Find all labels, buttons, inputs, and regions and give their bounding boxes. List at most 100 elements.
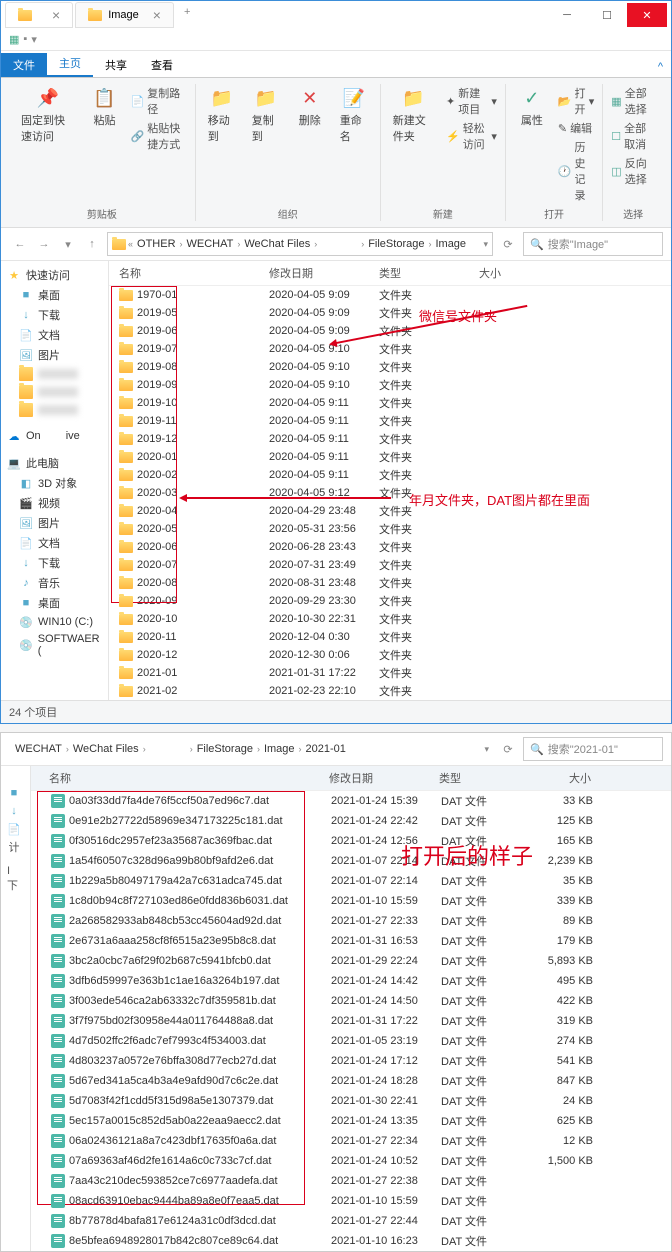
pin-button[interactable]: 📌固定到快速访问 (15, 84, 81, 146)
minimize-button[interactable]: ─ (547, 3, 587, 27)
folder-row[interactable]: 2020-022020-04-05 9:11文件夹 (109, 466, 671, 484)
folder-row[interactable]: 1970-012020-04-05 9:09文件夹 (109, 286, 671, 304)
sidebar-item[interactable] (1, 365, 108, 383)
sidebar-videos[interactable]: 🎬视频 (1, 493, 108, 513)
sidebar-this-pc[interactable]: 💻此电脑 (1, 453, 108, 473)
recent-dropdown[interactable]: ▾ (57, 233, 79, 255)
folder-row[interactable]: 2019-072020-04-05 9:10文件夹 (109, 340, 671, 358)
file-row[interactable]: 3f7f975bd02f30958e44a011764488a8.dat2021… (31, 1011, 671, 1031)
new-tab-button[interactable]: + (176, 2, 198, 28)
column-size[interactable]: 大小 (445, 265, 505, 281)
refresh-button[interactable]: ⟳ (497, 738, 519, 760)
qat-icon[interactable]: ▦ (9, 33, 19, 46)
sidebar-c-drive[interactable]: 💿WIN10 (C:) (1, 613, 108, 631)
folder-row[interactable]: 2020-092020-09-29 23:30文件夹 (109, 592, 671, 610)
folder-row[interactable]: 2019-122020-04-05 9:11文件夹 (109, 430, 671, 448)
maximize-button[interactable]: ☐ (587, 3, 627, 27)
close-icon[interactable]: × (153, 7, 161, 23)
back-button[interactable]: ← (9, 233, 31, 255)
sidebar-music[interactable]: ♪音乐 (1, 573, 108, 593)
folder-row[interactable]: 2019-052020-04-05 9:09文件夹 (109, 304, 671, 322)
new-item-button[interactable]: ✦新建项目▾ (444, 84, 499, 118)
new-folder-button[interactable]: 📁新建文件夹 (387, 84, 440, 146)
search-box[interactable]: 🔍搜索"2021-01" (523, 737, 663, 761)
file-row[interactable]: 07a69363af46d2fe1614a6c0c733c7cf.dat2021… (31, 1151, 671, 1171)
folder-row[interactable]: 2020-072020-07-31 23:49文件夹 (109, 556, 671, 574)
chevron-down-icon[interactable]: ▾ (484, 744, 489, 755)
breadcrumb-segment[interactable]: WeChat Files (71, 743, 141, 755)
file-row[interactable]: 3f003ede546ca2ab63332c7df359581b.dat2021… (31, 991, 671, 1011)
close-button[interactable]: ✕ (627, 3, 667, 27)
tab-blank[interactable]: × (5, 2, 73, 28)
file-row[interactable]: 3dfb6d59997e363b1c1ae16a3264b197.dat2021… (31, 971, 671, 991)
folder-row[interactable]: 2021-022021-02-23 22:10文件夹 (109, 682, 671, 700)
ribbon-collapse-icon[interactable]: ^ (650, 57, 671, 77)
address-bar[interactable]: « OTHER› WECHAT› WeChat Files› › FileSto… (107, 232, 493, 256)
column-size[interactable]: 大小 (515, 770, 595, 786)
sidebar-pictures2[interactable]: 🖼图片 (1, 513, 108, 533)
invert-selection-button[interactable]: ◫反向选择 (609, 154, 657, 188)
folder-row[interactable]: 2020-112020-12-04 0:30文件夹 (109, 628, 671, 646)
file-row[interactable]: 0f30516dc2957ef23a35687ac369fbac.dat2021… (31, 831, 671, 851)
sidebar-documents2[interactable]: 📄文档 (1, 533, 108, 553)
open-button[interactable]: 📂打开▾ (556, 84, 596, 118)
column-name[interactable]: 名称 (115, 265, 265, 281)
file-row[interactable]: 7aa43c210dec593852ce7c6977aadefa.dat2021… (31, 1171, 671, 1191)
folder-row[interactable]: 2019-102020-04-05 9:11文件夹 (109, 394, 671, 412)
refresh-button[interactable]: ⟳ (497, 233, 519, 255)
sidebar-desktop2[interactable]: ■桌面 (1, 593, 108, 613)
file-row[interactable]: 4d7d502ffc2f6adc7ef7993c4f534003.dat2021… (31, 1031, 671, 1051)
easy-access-button[interactable]: ⚡轻松访问▾ (444, 119, 499, 153)
sidebar-item[interactable]: 📄 (1, 820, 30, 838)
qat-dropdown-icon[interactable]: ▾ (31, 33, 37, 46)
file-row[interactable]: 06a02436121a8a7c423dbf17635f0a6a.dat2021… (31, 1131, 671, 1151)
sidebar-item[interactable] (1, 401, 108, 419)
file-row[interactable]: 3bc2a0cbc7a6f29f02b687c5941bfcb0.dat2021… (31, 951, 671, 971)
file-row[interactable]: 2e6731a6aaa258cf8f6515a23e95b8c8.dat2021… (31, 931, 671, 951)
file-row[interactable]: 1a54f60507c328d96a99b80bf9afd2e6.dat2021… (31, 851, 671, 871)
file-row[interactable]: 2a268582933ab848cb53cc45604ad92d.dat2021… (31, 911, 671, 931)
sidebar-item[interactable]: 计 (1, 838, 30, 856)
history-button[interactable]: 🕐历史记录 (556, 138, 596, 204)
file-row[interactable]: 0e91e2b27722d58969e347173225c181.dat2021… (31, 811, 671, 831)
folder-row[interactable]: 2021-012021-01-31 17:22文件夹 (109, 664, 671, 682)
sidebar-desktop[interactable]: ■桌面 (1, 285, 108, 305)
sidebar-documents[interactable]: 📄文档 (1, 325, 108, 345)
column-date[interactable]: 修改日期 (265, 265, 375, 281)
sidebar-3d[interactable]: ◧3D 对象 (1, 473, 108, 493)
folder-row[interactable]: 2020-082020-08-31 23:48文件夹 (109, 574, 671, 592)
folder-row[interactable]: 2019-092020-04-05 9:10文件夹 (109, 376, 671, 394)
chevron-down-icon[interactable]: ▾ (483, 239, 488, 250)
forward-button[interactable]: → (33, 233, 55, 255)
sidebar-downloads[interactable]: ↓下载 (1, 305, 108, 325)
column-name[interactable]: 名称 (45, 770, 325, 786)
folder-row[interactable]: 2020-122020-12-30 0:06文件夹 (109, 646, 671, 664)
folder-row[interactable]: 2019-112020-04-05 9:11文件夹 (109, 412, 671, 430)
file-row[interactable]: 08acd63910ebac9444ba89a8e0f7eaa5.dat2021… (31, 1191, 671, 1211)
sidebar-quick-access[interactable]: ★快速访问 (1, 265, 108, 285)
breadcrumb-segment[interactable]: WeChat Files (242, 238, 312, 250)
file-row[interactable]: 1b229a5b80497179a42a7c631adca745.dat2021… (31, 871, 671, 891)
file-row[interactable]: 4d803237a0572e76bffa308d77ecb27d.dat2021… (31, 1051, 671, 1071)
breadcrumb-segment[interactable]: WECHAT (185, 238, 236, 250)
folder-row[interactable]: 2019-082020-04-05 9:10文件夹 (109, 358, 671, 376)
ribbon-tab-file[interactable]: 文件 (1, 53, 47, 77)
column-type[interactable]: 类型 (435, 770, 515, 786)
breadcrumb-segment[interactable]: WECHAT (13, 743, 64, 755)
column-date[interactable]: 修改日期 (325, 770, 435, 786)
sidebar-item[interactable] (1, 383, 108, 401)
folder-row[interactable]: 2020-102020-10-30 22:31文件夹 (109, 610, 671, 628)
ribbon-tab-view[interactable]: 查看 (139, 53, 185, 77)
sidebar-onedrive[interactable]: ☁Onive (1, 427, 108, 445)
sidebar-downloads2[interactable]: ↓下载 (1, 553, 108, 573)
folder-row[interactable]: 2020-032020-04-05 9:12文件夹 (109, 484, 671, 502)
copy-path-button[interactable]: 📄复制路径 (129, 84, 189, 118)
folder-row[interactable]: 2020-042020-04-29 23:48文件夹 (109, 502, 671, 520)
properties-button[interactable]: ✓属性 (512, 84, 552, 130)
column-type[interactable]: 类型 (375, 265, 445, 281)
breadcrumb-segment[interactable]: 2021-01 (304, 743, 348, 755)
file-row[interactable]: 5d67ed341a5ca4b3a4e9afd90d7c6c2e.dat2021… (31, 1071, 671, 1091)
up-button[interactable]: ↑ (81, 233, 103, 255)
folder-row[interactable]: 2019-062020-04-05 9:09文件夹 (109, 322, 671, 340)
edit-button[interactable]: ✎编辑 (556, 119, 596, 137)
